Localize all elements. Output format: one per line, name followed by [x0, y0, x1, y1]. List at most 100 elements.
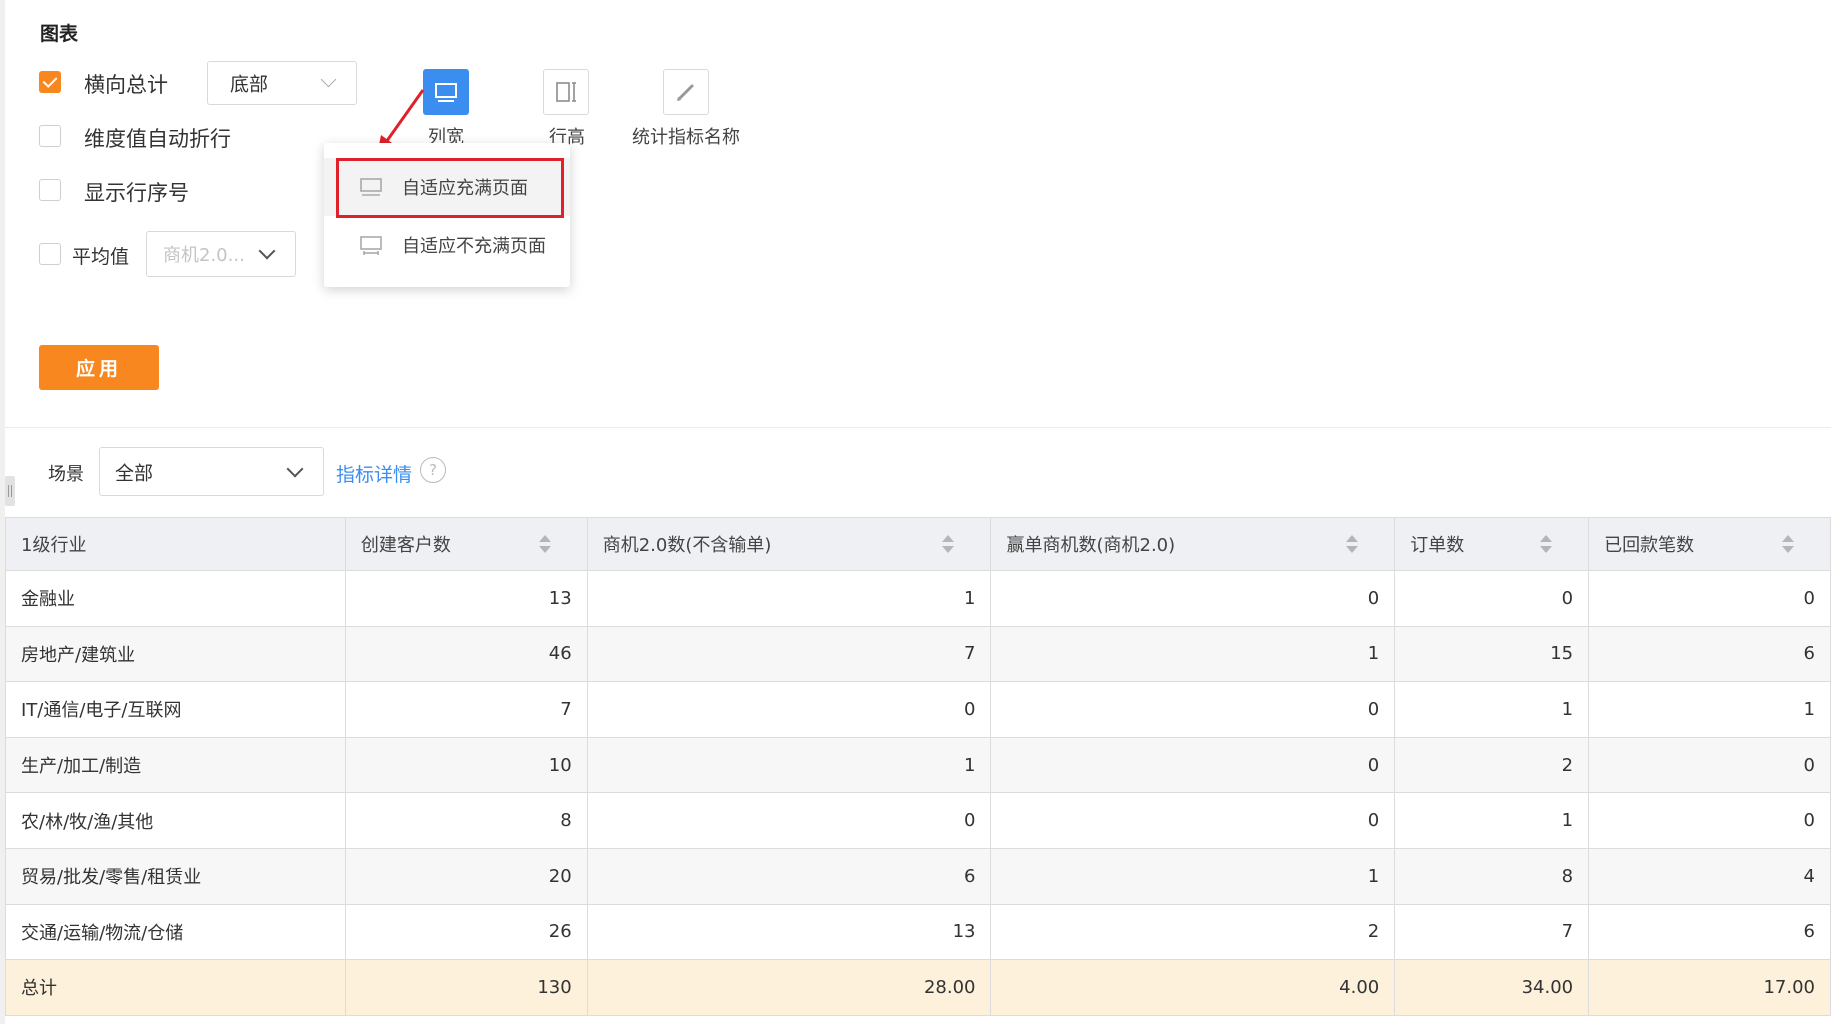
- table-cell: 1: [1394, 681, 1590, 738]
- table-cell: 生产/加工/制造: [5, 736, 346, 794]
- menu-item-label: 自适应充满页面: [402, 178, 528, 199]
- table-cell: 6: [586, 847, 992, 905]
- column-width-menu: 自适应充满页面 自适应不充满页面: [324, 143, 570, 287]
- scene-label: 场景: [48, 464, 84, 485]
- table-cell: 17.00: [1588, 959, 1831, 1016]
- table-cell: 0: [990, 736, 1396, 794]
- table-row: 房地产/建筑业 46 7 1 15 6: [5, 625, 1831, 683]
- table-cell: IT/通信/电子/互联网: [5, 681, 346, 738]
- table-cell: 4.00: [990, 959, 1396, 1016]
- table-cell: 0: [1588, 570, 1831, 627]
- fit-fill-icon: [360, 178, 382, 196]
- table-cell: 1: [1588, 681, 1831, 738]
- section-title: 图表: [40, 23, 79, 45]
- table-row: IT/通信/电子/互联网 7 0 0 1 1: [5, 681, 1831, 738]
- table-cell: 8: [1394, 847, 1590, 905]
- table-cell: 1: [586, 570, 992, 627]
- horizontal-total-label: 横向总计: [84, 73, 168, 97]
- fit-nofill-icon: [360, 236, 382, 255]
- menu-item-fill-page[interactable]: 自适应充满页面: [324, 158, 570, 216]
- auto-wrap-checkbox[interactable]: [39, 125, 61, 147]
- horizontal-total-checkbox[interactable]: [39, 71, 61, 93]
- help-icon[interactable]: ?: [420, 457, 446, 483]
- metric-name-label: 统计指标名称: [632, 127, 740, 148]
- scene-value: 全部: [115, 462, 154, 484]
- row-number-checkbox[interactable]: [39, 179, 61, 201]
- table-cell: 0: [586, 792, 992, 849]
- table-cell: 26: [344, 903, 588, 961]
- table-cell: 0: [990, 681, 1396, 738]
- table-cell: 0: [1588, 792, 1831, 849]
- table-row: 交通/运输/物流/仓储 26 13 2 7 6: [5, 903, 1831, 961]
- table-cell: 7: [344, 681, 588, 738]
- table-header-row: 1级行业 创建客户数 商机2.0数(不含输单) 赢单商机数(商机2.0) 订单数…: [5, 517, 1831, 571]
- table-cell: 贸易/批发/零售/租赁业: [5, 847, 346, 905]
- table-cell: 28.00: [586, 959, 992, 1016]
- table-cell: 1: [990, 625, 1396, 683]
- table-cell: 0: [1588, 736, 1831, 794]
- sort-icon[interactable]: [942, 535, 955, 553]
- table-cell: 6: [1588, 625, 1831, 683]
- table-row: 贸易/批发/零售/租赁业 20 6 1 8 4: [5, 847, 1831, 905]
- table-cell: 总计: [5, 959, 346, 1016]
- table-cell: 2: [990, 903, 1396, 961]
- column-header[interactable]: 商机2.0数(不含输单): [586, 517, 992, 571]
- table-cell: 1: [990, 847, 1396, 905]
- total-position-value: 底部: [230, 73, 269, 96]
- metric-detail-link[interactable]: 指标详情: [336, 460, 412, 487]
- table-cell: 2: [1394, 736, 1590, 794]
- column-header[interactable]: 赢单商机数(商机2.0): [990, 517, 1396, 571]
- sort-icon[interactable]: [538, 535, 551, 553]
- row-height-button[interactable]: [543, 69, 589, 115]
- table-row: 金融业 13 1 0 0 0: [5, 570, 1831, 627]
- table-cell: 13: [344, 570, 588, 627]
- average-checkbox[interactable]: [39, 243, 61, 265]
- chevron-down-icon: [258, 242, 276, 260]
- column-width-button[interactable]: [423, 69, 469, 115]
- table-cell: 34.00: [1394, 959, 1590, 1016]
- data-table: 1级行业 创建客户数 商机2.0数(不含输单) 赢单商机数(商机2.0) 订单数…: [5, 517, 1831, 1016]
- menu-item-not-fill-page[interactable]: 自适应不充满页面: [324, 216, 570, 274]
- table-cell: 46: [344, 625, 588, 683]
- table-cell: 15: [1394, 625, 1590, 683]
- table-total-row: 总计 130 28.00 4.00 34.00 17.00: [5, 959, 1831, 1016]
- table-cell: 13: [586, 903, 992, 961]
- table-cell: 10: [344, 736, 588, 794]
- scene-select[interactable]: 全部: [99, 447, 324, 496]
- average-metric-select[interactable]: 商机2.0...: [146, 231, 296, 277]
- table-cell: 7: [1394, 903, 1590, 961]
- table-cell: 20: [344, 847, 588, 905]
- table-cell: 1: [586, 736, 992, 794]
- average-label: 平均值: [72, 246, 130, 268]
- column-width-icon: [435, 83, 457, 102]
- sort-icon[interactable]: [1782, 535, 1794, 553]
- column-header[interactable]: 订单数: [1394, 517, 1590, 571]
- row-height-icon: [556, 82, 576, 102]
- chevron-down-icon: [320, 71, 337, 88]
- average-metric-value: 商机2.0...: [163, 245, 245, 266]
- table-row: 农/林/牧/渔/其他 8 0 0 1 0: [5, 792, 1831, 849]
- table-cell: 农/林/牧/渔/其他: [5, 792, 346, 849]
- apply-button[interactable]: 应用: [39, 345, 159, 390]
- table-cell: 0: [586, 681, 992, 738]
- resize-handle[interactable]: [5, 476, 15, 506]
- sort-icon[interactable]: [1346, 535, 1359, 553]
- column-header[interactable]: 1级行业: [5, 517, 346, 571]
- table-cell: 0: [1394, 570, 1590, 627]
- metric-name-button[interactable]: [663, 69, 709, 115]
- table-cell: 0: [990, 570, 1396, 627]
- table-cell: 130: [344, 959, 588, 1016]
- table-cell: 8: [344, 792, 588, 849]
- table-cell: 6: [1588, 903, 1831, 961]
- total-position-select[interactable]: 底部: [207, 61, 357, 105]
- divider: [5, 427, 1831, 428]
- menu-item-label: 自适应不充满页面: [402, 236, 546, 257]
- sort-icon[interactable]: [1540, 535, 1553, 553]
- column-header[interactable]: 已回款笔数: [1588, 517, 1831, 571]
- table-cell: 7: [586, 625, 992, 683]
- chevron-down-icon: [286, 460, 304, 478]
- table-cell: 0: [990, 792, 1396, 849]
- table-row: 生产/加工/制造 10 1 0 2 0: [5, 736, 1831, 794]
- row-number-label: 显示行序号: [84, 181, 189, 205]
- column-header[interactable]: 创建客户数: [344, 517, 588, 571]
